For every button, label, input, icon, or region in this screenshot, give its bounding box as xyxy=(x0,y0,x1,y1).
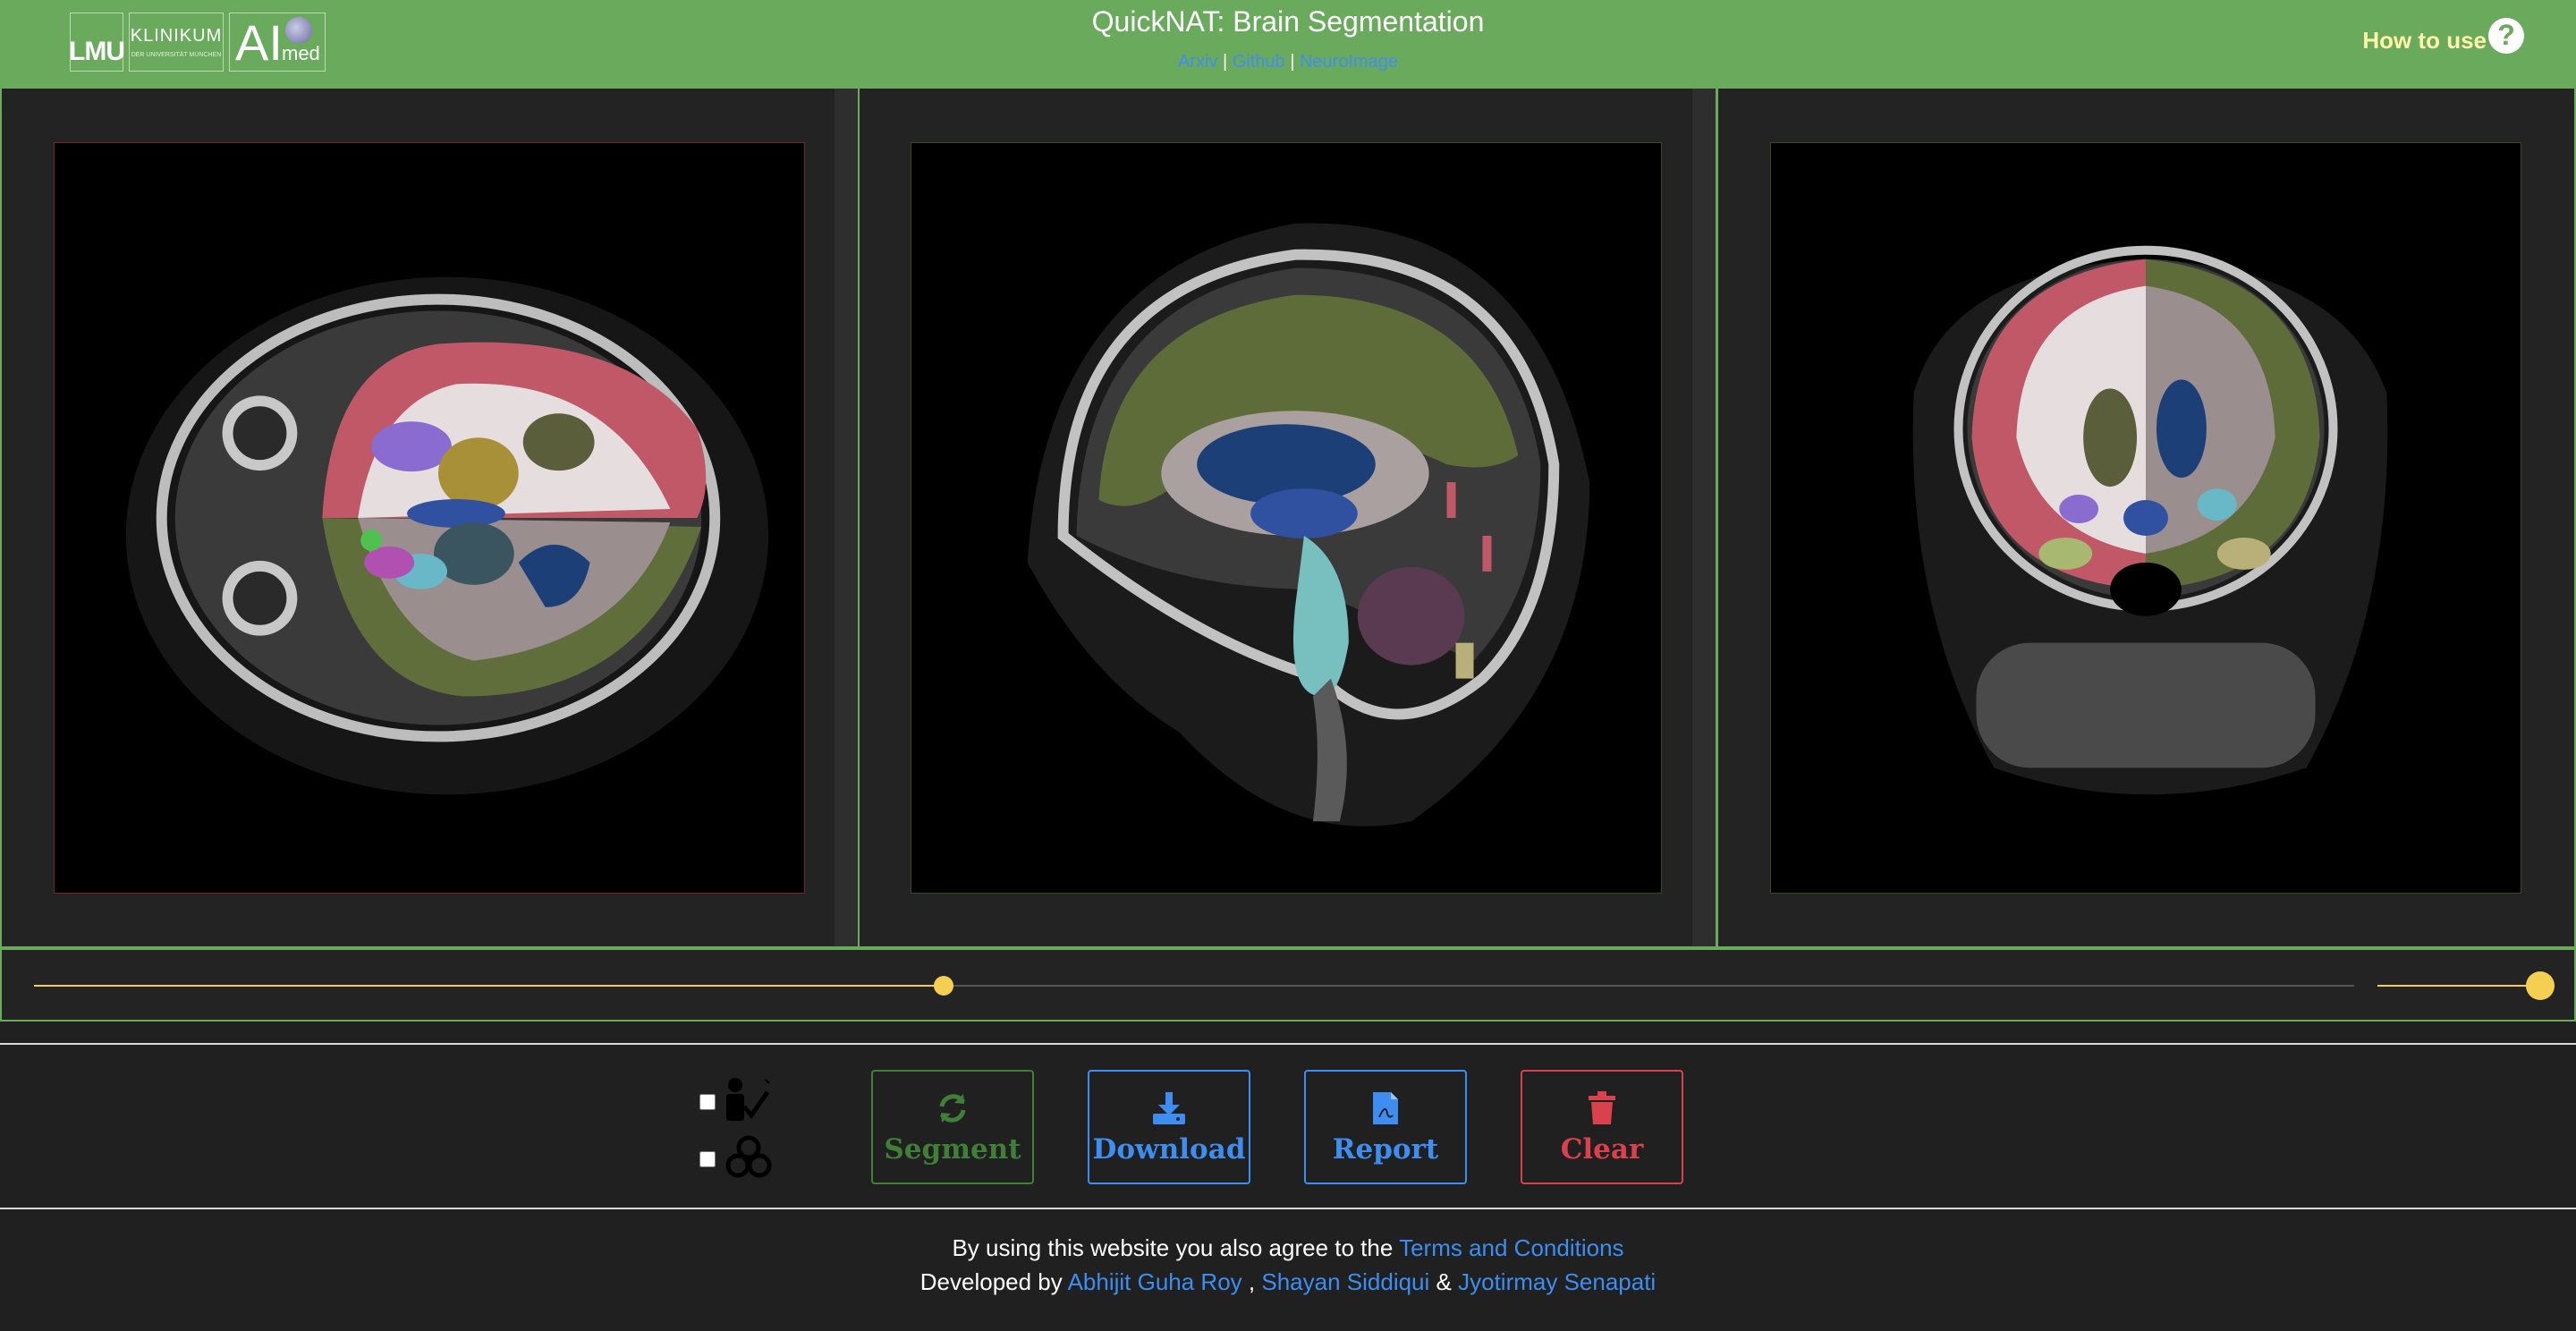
download-icon xyxy=(1151,1089,1187,1128)
slice-slider-thumb[interactable] xyxy=(933,976,953,996)
github-link[interactable]: Github xyxy=(1233,52,1285,72)
arxiv-link[interactable]: Arxiv xyxy=(1178,52,1217,72)
developed-by-text: Developed by xyxy=(919,1268,1063,1295)
how-to-use-label: How to use xyxy=(2362,27,2487,54)
coronal-mri-image[interactable] xyxy=(1771,143,2521,893)
sagittal-view-canvas[interactable] xyxy=(911,142,1662,894)
question-circle-icon[interactable]: ? xyxy=(2488,17,2524,54)
manual-correction-checkbox[interactable] xyxy=(699,1094,716,1110)
divider xyxy=(0,1043,2576,1045)
comma-separator: , xyxy=(1248,1268,1256,1295)
trash-icon xyxy=(1587,1089,1617,1128)
download-button[interactable]: Download xyxy=(1088,1070,1250,1184)
how-to-use-button[interactable]: How to use ? xyxy=(2362,17,2524,55)
refresh-icon xyxy=(935,1089,970,1128)
panel-stripe xyxy=(1692,89,1716,946)
opacity-slider-thumb[interactable] xyxy=(2526,971,2555,1000)
terms-link[interactable]: Terms and Conditions xyxy=(1399,1234,1623,1261)
biohazard-checkbox[interactable] xyxy=(699,1151,716,1167)
link-separator: | xyxy=(1290,52,1295,72)
manual-correction-icon xyxy=(721,1076,776,1129)
report-label: Report xyxy=(1332,1133,1439,1166)
neuroimage-link[interactable]: NeuroImage xyxy=(1300,52,1398,72)
option-checks xyxy=(699,1073,776,1188)
biohazard-icon xyxy=(721,1133,776,1186)
slider-bar xyxy=(0,948,2576,1022)
author-link[interactable]: Shayan Siddiqui xyxy=(1261,1268,1429,1295)
biohazard-option xyxy=(699,1131,776,1188)
divider xyxy=(0,1208,2576,1209)
panel-stripe xyxy=(835,89,858,946)
report-button[interactable]: Report xyxy=(1304,1070,1467,1184)
axial-view-canvas[interactable] xyxy=(54,142,805,894)
opacity-slider-fill xyxy=(2377,985,2540,987)
footer: By using this website you also agree to … xyxy=(0,1231,2576,1299)
axial-viewer-panel xyxy=(0,89,858,948)
terms-line: By using this website you also agree to … xyxy=(0,1231,2576,1265)
paper-links: Arxiv | Github | NeuroImage xyxy=(0,52,2576,72)
coronal-view-canvas[interactable] xyxy=(1770,142,2521,894)
download-label: Download xyxy=(1092,1133,1246,1166)
page-title: QuickNAT: Brain Segmentation xyxy=(1091,5,1485,38)
agree-text: By using this website you also agree to … xyxy=(952,1234,1394,1261)
clear-button[interactable]: Clear xyxy=(1521,1070,1683,1184)
link-separator: | xyxy=(1222,52,1228,72)
slice-slider-fill xyxy=(34,985,944,987)
axial-mri-image[interactable] xyxy=(55,143,804,893)
ampersand-separator: & xyxy=(1436,1268,1452,1295)
manual-correction-option xyxy=(699,1073,776,1131)
sagittal-mri-image[interactable] xyxy=(911,143,1661,893)
author-link[interactable]: Jyotirmay Senapati xyxy=(1458,1268,1656,1295)
author-link[interactable]: Abhijit Guha Roy xyxy=(1068,1268,1242,1295)
credits-line: Developed by Abhijit Guha Roy , Shayan S… xyxy=(0,1265,2576,1299)
app-header: LMU KLINIKUM DER UNIVERSITÄT MÜNCHEN AI … xyxy=(0,0,2576,89)
coronal-viewer-panel xyxy=(1716,89,2576,948)
segment-button[interactable]: Segment xyxy=(871,1070,1034,1184)
pdf-file-icon xyxy=(1371,1089,1400,1128)
segment-label: Segment xyxy=(884,1133,1021,1166)
sagittal-viewer-panel xyxy=(858,89,1716,948)
clear-label: Clear xyxy=(1560,1133,1644,1166)
